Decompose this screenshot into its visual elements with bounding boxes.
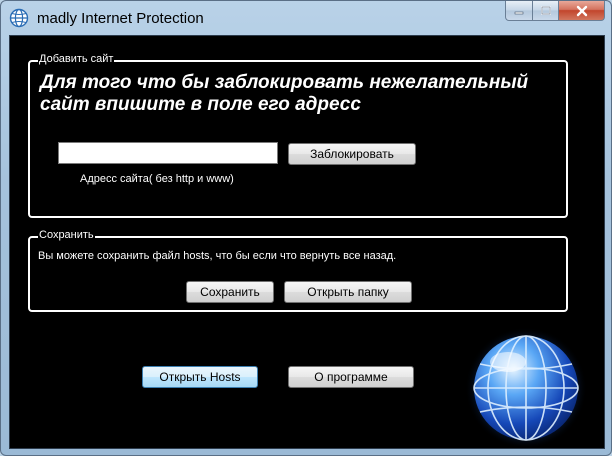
maximize-button[interactable] — [533, 1, 559, 21]
url-hint-label: Адресс сайта( без http и www) — [80, 173, 234, 185]
close-icon — [576, 5, 587, 16]
globe-logo-icon — [465, 327, 587, 449]
site-url-input[interactable] — [58, 142, 278, 164]
save-description: Вы можете сохранить файл hosts, что бы е… — [38, 250, 397, 262]
window-title: madly Internet Protection — [37, 10, 204, 27]
maximize-icon — [540, 5, 551, 15]
save-group: Сохранить Вы можете сохранить файл hosts… — [28, 229, 568, 312]
app-window: madly Internet Protection Добавить сайт … — [0, 0, 612, 456]
close-button[interactable] — [559, 1, 605, 21]
block-button[interactable]: Заблокировать — [288, 143, 416, 165]
save-button[interactable]: Сохранить — [186, 281, 274, 303]
instruction-headline: Для того что бы заблокировать нежелатель… — [40, 72, 529, 115]
save-legend: Сохранить — [38, 229, 95, 241]
add-site-legend: Добавить сайт — [38, 53, 115, 65]
minimize-button[interactable] — [505, 1, 533, 21]
title-bar[interactable]: madly Internet Protection — [1, 1, 611, 35]
client-area: Добавить сайт Для того что бы заблокиров… — [9, 35, 605, 449]
globe-icon — [9, 8, 29, 28]
minimize-icon — [514, 11, 524, 14]
open-folder-button[interactable]: Открыть папку — [284, 281, 412, 303]
open-hosts-button[interactable]: Открыть Hosts — [142, 366, 258, 388]
about-button[interactable]: О программе — [288, 366, 414, 388]
add-site-group: Добавить сайт Для того что бы заблокиров… — [28, 53, 568, 218]
window-controls — [505, 1, 605, 21]
